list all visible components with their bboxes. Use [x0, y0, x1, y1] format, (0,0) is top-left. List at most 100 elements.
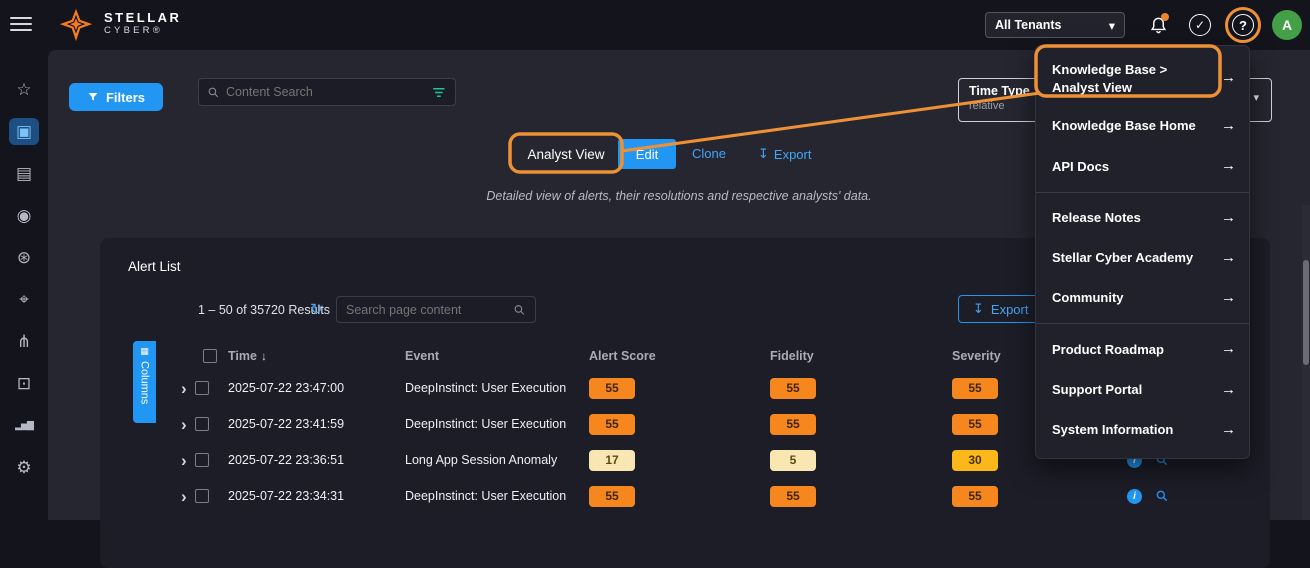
investigate-search-icon[interactable] — [1155, 489, 1169, 503]
sidebar-item-ai-assistant[interactable]: ⊡ — [9, 370, 39, 397]
menu-item-stellar-cyber-academy[interactable]: Stellar Cyber Academy→ — [1036, 238, 1249, 278]
alert-list-title: Alert List — [128, 259, 181, 274]
content-search-box — [198, 78, 456, 106]
download-icon: ↧ — [973, 301, 984, 317]
arrow-right-icon: → — [1221, 156, 1236, 176]
search-icon — [207, 86, 220, 99]
scrollbar-thumb[interactable] — [1303, 260, 1309, 365]
menu-divider — [1036, 323, 1249, 324]
table-row: › 2025-07-22 23:34:31 DeepInstinct: User… — [175, 478, 1252, 514]
sidebar-item-cases[interactable]: ▤ — [9, 160, 39, 187]
chevron-down-icon: ▾ — [1253, 91, 1259, 104]
hamburger-menu-icon[interactable] — [10, 17, 32, 33]
stellar-cyber-logo-icon — [58, 8, 94, 42]
columns-grid-icon: ▦ — [140, 346, 149, 357]
sidebar-item-threat-intel[interactable]: ⊛ — [9, 244, 39, 271]
columns-tab-label: Columns — [139, 361, 151, 404]
menu-item-knowledge-base-analyst-view[interactable]: Knowledge Base > Analyst View→ — [1036, 51, 1249, 106]
sidebar-nav: ☆ ▣ ▤ ◉ ⊛ ⌖ ⋔ ⊡ ▂▅▇ ⚙ — [0, 50, 48, 520]
header-fidelity[interactable]: Fidelity — [760, 349, 950, 363]
sidebar-item-detections[interactable]: ◉ — [9, 202, 39, 229]
row-expand-chevron[interactable]: › — [181, 380, 187, 397]
menu-item-community[interactable]: Community→ — [1036, 278, 1249, 318]
menu-item-release-notes[interactable]: Release Notes→ — [1036, 198, 1249, 238]
arrow-right-icon: → — [1221, 116, 1236, 136]
cell-time: 2025-07-22 23:34:31 — [223, 489, 400, 503]
fidelity-badge: 55 — [770, 414, 816, 435]
menu-item-api-docs[interactable]: API Docs→ — [1036, 146, 1249, 186]
arrow-right-icon: → — [1221, 248, 1236, 268]
globe-icon: ⊛ — [17, 248, 31, 268]
scrollbar[interactable] — [1302, 205, 1310, 520]
fidelity-badge: 55 — [770, 378, 816, 399]
menu-item-system-information[interactable]: System Information→ — [1036, 410, 1249, 450]
row-checkbox[interactable] — [195, 381, 209, 395]
arrow-right-icon: → — [1221, 68, 1236, 88]
sidebar-item-reports[interactable]: ▂▅▇ — [9, 412, 39, 439]
export-results-button[interactable]: ↧ Export — [958, 295, 1043, 323]
fidelity-badge: 5 — [770, 450, 816, 471]
alert-score-badge: 55 — [589, 414, 635, 435]
bar-chart-icon: ▂▅▇ — [15, 420, 33, 431]
header-alert-score[interactable]: Alert Score — [587, 349, 760, 363]
severity-badge: 55 — [952, 486, 998, 507]
severity-badge: 30 — [952, 450, 998, 471]
view-title: Analyst View — [514, 139, 618, 170]
severity-badge: 55 — [952, 414, 998, 435]
export-view-button[interactable]: ↧ Export — [758, 146, 811, 162]
cell-event: DeepInstinct: User Execution — [400, 381, 587, 395]
chevron-down-icon: ▾ — [1109, 18, 1115, 33]
filters-button[interactable]: Filters — [69, 83, 163, 111]
select-all-checkbox[interactable] — [203, 349, 217, 363]
brand-line1: STELLAR — [104, 11, 181, 26]
sidebar-item-settings[interactable]: ⚙ — [9, 454, 39, 481]
content-search-input[interactable] — [226, 85, 426, 99]
info-icon[interactable]: i — [1127, 489, 1142, 504]
briefcase-icon: ▤ — [16, 164, 32, 184]
row-expand-chevron[interactable]: › — [181, 488, 187, 505]
sidebar-item-dashboards[interactable]: ▣ — [9, 118, 39, 145]
help-icon[interactable]: ? — [1231, 13, 1255, 37]
edit-button[interactable]: Edit — [618, 139, 676, 169]
menu-item-product-roadmap[interactable]: Product Roadmap→ — [1036, 329, 1249, 369]
header-event[interactable]: Event — [400, 349, 587, 363]
brand-line2: CYBER® — [104, 26, 181, 37]
dashboard-icon: ▣ — [16, 122, 32, 142]
star-icon: ☆ — [16, 80, 31, 100]
row-expand-chevron[interactable]: › — [181, 452, 187, 469]
notifications-bell-icon[interactable] — [1146, 13, 1170, 37]
refresh-icon[interactable]: ↻ — [310, 300, 323, 318]
sidebar-item-automation[interactable]: ⋔ — [9, 328, 39, 355]
cell-time: 2025-07-22 23:36:51 — [223, 453, 400, 467]
menu-divider — [1036, 192, 1249, 193]
cell-event: DeepInstinct: User Execution — [400, 417, 587, 431]
row-checkbox[interactable] — [195, 453, 209, 467]
notification-badge-dot — [1161, 13, 1169, 21]
clone-button[interactable]: Clone — [692, 146, 726, 161]
row-checkbox[interactable] — [195, 489, 209, 503]
cell-event: Long App Session Anomaly — [400, 453, 587, 467]
header-time[interactable]: Time↓ — [223, 349, 400, 363]
arrow-right-icon: → — [1221, 288, 1236, 308]
tasks-check-icon[interactable]: ✓ — [1188, 13, 1212, 37]
menu-item-knowledge-base-home[interactable]: Knowledge Base Home→ — [1036, 106, 1249, 146]
brand-text: STELLAR CYBER® — [104, 11, 181, 37]
sidebar-item-favorites[interactable]: ☆ — [9, 76, 39, 103]
user-avatar[interactable]: A — [1272, 10, 1302, 40]
tenant-selector[interactable]: All Tenants ▾ — [985, 12, 1125, 38]
arrow-right-icon: → — [1221, 339, 1236, 359]
page-search-input[interactable] — [346, 303, 507, 317]
cell-time: 2025-07-22 23:41:59 — [223, 417, 400, 431]
row-checkbox[interactable] — [195, 417, 209, 431]
record-icon: ◉ — [17, 206, 32, 226]
search-icon[interactable] — [513, 303, 526, 317]
tenant-selector-value: All Tenants — [995, 18, 1061, 32]
menu-item-support-portal[interactable]: Support Portal→ — [1036, 370, 1249, 410]
cell-event: DeepInstinct: User Execution — [400, 489, 587, 503]
advanced-filter-icon[interactable] — [432, 86, 447, 99]
row-expand-chevron[interactable]: › — [181, 416, 187, 433]
alert-score-badge: 55 — [589, 378, 635, 399]
cell-time: 2025-07-22 23:47:00 — [223, 381, 400, 395]
sidebar-item-assets[interactable]: ⌖ — [9, 286, 39, 313]
columns-tab[interactable]: ▦ Columns — [133, 341, 156, 423]
